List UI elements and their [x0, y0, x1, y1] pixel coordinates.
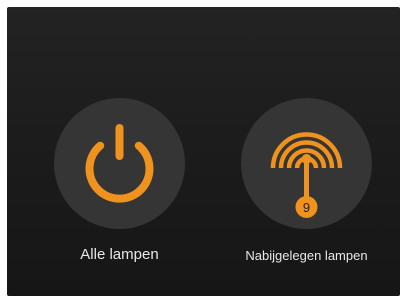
nearby-count: 9 [303, 200, 310, 215]
all-lamps-label: Alle lampen [80, 246, 159, 263]
all-lamps-button[interactable] [54, 98, 185, 229]
all-lamps-action[interactable]: Alle lampen [17, 98, 217, 273]
power-icon [85, 124, 154, 203]
nearby-lamps-button[interactable]: 9 [241, 98, 372, 229]
beacon-signal-icon: 9 [270, 132, 343, 218]
nearby-lamps-action[interactable]: 9 Nabijgelegen lampen [204, 98, 400, 273]
lamp-control-panel: Alle lampen 9 Nabijgelegen lampen [7, 7, 400, 296]
nearby-lamps-label: Nabijgelegen lampen [245, 248, 368, 263]
